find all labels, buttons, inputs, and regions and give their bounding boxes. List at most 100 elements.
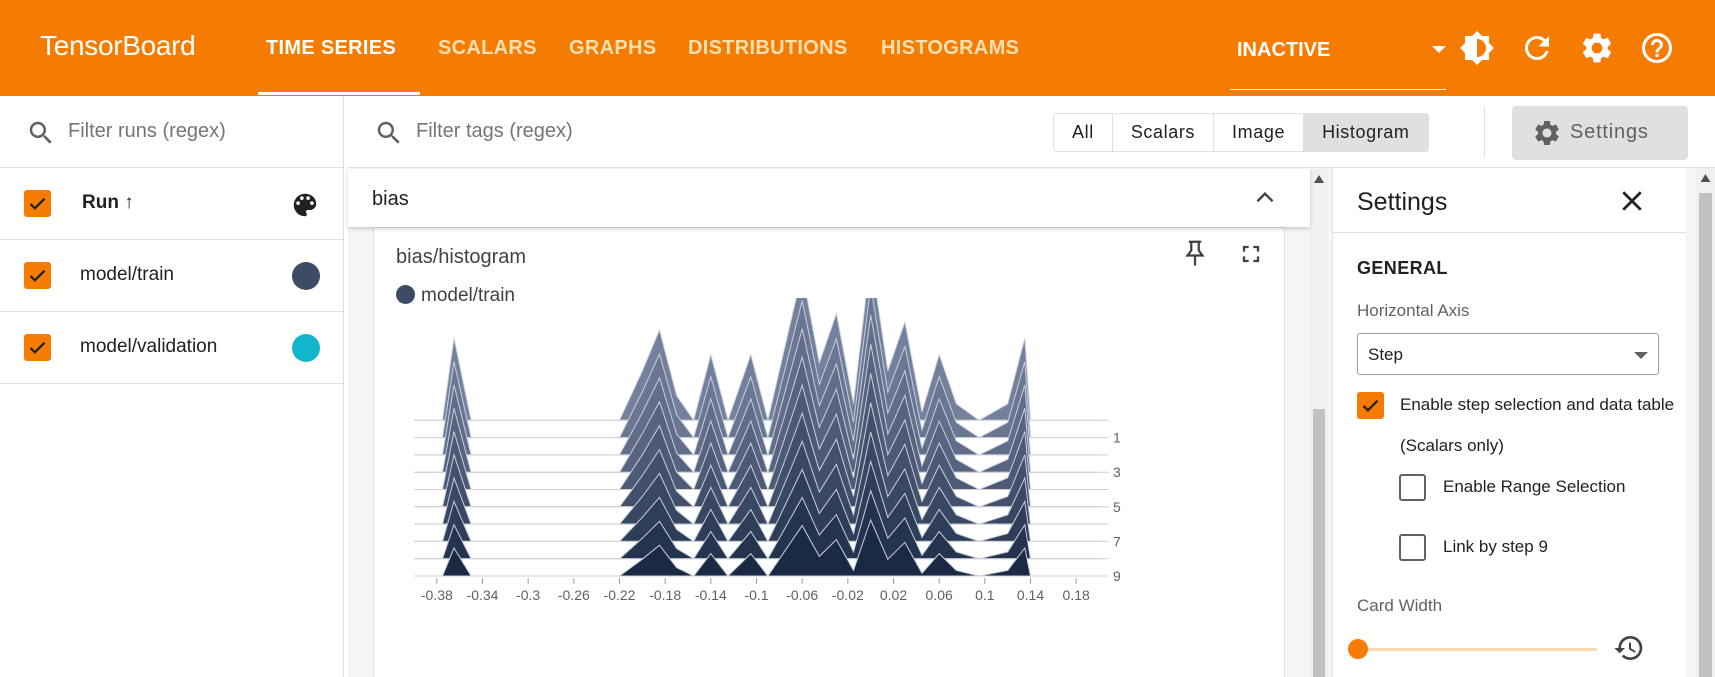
range-selection-checkbox[interactable] xyxy=(1399,474,1426,501)
tab-histograms[interactable]: HISTOGRAMS xyxy=(881,37,1019,60)
y-axis-step-label: 1 xyxy=(1113,430,1121,446)
cards-scrollbar[interactable] xyxy=(1310,169,1328,677)
run-row-validation: model/validation xyxy=(0,312,344,384)
x-axis-tick-label: -0.38 xyxy=(421,587,453,603)
run-color-swatch-train[interactable] xyxy=(292,262,320,290)
run-label-train: model/train xyxy=(80,264,174,285)
theme-toggle-icon[interactable] xyxy=(1459,30,1495,66)
step-selection-label: Enable step selection and data table xyxy=(1400,395,1675,414)
filter-histogram-button[interactable]: Histogram xyxy=(1304,114,1428,151)
tab-distributions[interactable]: DISTRIBUTIONS xyxy=(688,37,847,60)
gear-icon xyxy=(1535,121,1559,145)
check-icon xyxy=(29,341,46,354)
y-axis-step-label: 3 xyxy=(1113,464,1121,480)
x-axis-tick-label: 0.1 xyxy=(975,587,995,603)
tab-scalars[interactable]: SCALARS xyxy=(438,37,537,60)
settings-panel: Settings GENERAL Horizontal Axis Step En… xyxy=(1332,168,1686,677)
card-width-slider-track[interactable] xyxy=(1357,648,1597,651)
settings-button-label: Settings xyxy=(1570,121,1649,143)
close-icon[interactable] xyxy=(1617,186,1647,216)
card-group-header[interactable]: bias xyxy=(348,169,1310,227)
help-icon[interactable] xyxy=(1639,30,1675,66)
top-app-bar: TensorBoard TIME SERIES SCALARS GRAPHS D… xyxy=(0,0,1715,96)
select-all-checkbox[interactable] xyxy=(24,190,51,217)
run-color-swatch-validation[interactable] xyxy=(292,334,320,362)
tags-filter-input[interactable]: Filter tags (regex) xyxy=(416,120,573,143)
run-label-validation: model/validation xyxy=(80,336,218,357)
x-axis-tick-label: -0.26 xyxy=(558,587,590,603)
filter-scalars-button[interactable]: Scalars xyxy=(1113,114,1215,151)
check-icon xyxy=(1362,399,1379,412)
step-selection-checkbox[interactable] xyxy=(1357,392,1384,419)
x-axis-tick-label: 0.06 xyxy=(926,587,953,603)
settings-gear-icon[interactable] xyxy=(1579,30,1615,66)
link-by-step-label: Link by step 9 xyxy=(1443,537,1548,556)
cards-scrollbar-thumb[interactable] xyxy=(1313,409,1325,677)
scroll-up-arrow-icon[interactable] xyxy=(1700,174,1711,182)
x-axis-tick-label: -0.02 xyxy=(832,587,864,603)
toolbar-divider xyxy=(1484,106,1485,158)
type-filter-group: All Scalars Image Histogram xyxy=(1053,113,1429,152)
filter-all-button[interactable]: All xyxy=(1054,114,1113,151)
x-axis-tick-label: -0.14 xyxy=(695,587,727,603)
tab-time-series[interactable]: TIME SERIES xyxy=(266,37,396,60)
run-row-train: model/train xyxy=(0,240,344,312)
settings-button[interactable]: Settings xyxy=(1512,106,1688,160)
card-width-slider-thumb[interactable] xyxy=(1348,639,1368,659)
settings-divider xyxy=(1333,232,1686,233)
runs-table-header: Run ↑ xyxy=(0,168,344,240)
scroll-up-arrow-icon[interactable] xyxy=(1314,175,1324,183)
page-scrollbar[interactable] xyxy=(1696,168,1715,677)
run-checkbox-validation[interactable] xyxy=(24,334,51,361)
x-axis-tick-label: 0.14 xyxy=(1017,587,1044,603)
runs-filter[interactable]: Filter runs (regex) xyxy=(0,96,344,168)
main-toolbar: Filter tags (regex) All Scalars Image Hi… xyxy=(348,96,1715,168)
x-axis-tick-label: -0.22 xyxy=(604,587,636,603)
group-name: bias xyxy=(372,188,409,210)
x-axis-tick-label: -0.18 xyxy=(649,587,681,603)
x-axis-tick-label: 0.18 xyxy=(1063,587,1090,603)
run-column-header[interactable]: Run ↑ xyxy=(82,192,134,214)
x-axis-tick-label: -0.06 xyxy=(786,587,818,603)
reload-icon[interactable] xyxy=(1519,30,1555,66)
x-axis-tick-label: -0.1 xyxy=(744,587,768,603)
card-title: bias/histogram xyxy=(396,246,527,268)
filter-image-button[interactable]: Image xyxy=(1214,114,1305,151)
y-axis-step-label: 5 xyxy=(1113,499,1121,515)
pin-icon[interactable] xyxy=(1180,238,1210,268)
active-tab-indicator xyxy=(258,92,420,95)
runs-filter-placeholder: Filter runs (regex) xyxy=(68,120,226,142)
link-by-step-checkbox[interactable] xyxy=(1399,534,1426,561)
range-selection-label: Enable Range Selection xyxy=(1443,477,1626,496)
run-checkbox-train[interactable] xyxy=(24,262,51,289)
check-icon xyxy=(29,269,46,282)
inactive-plugins-label: INACTIVE xyxy=(1237,39,1331,61)
check-icon xyxy=(29,197,46,210)
card-width-label: Card Width xyxy=(1357,596,1443,615)
select-arrow-icon xyxy=(1634,352,1648,359)
horizontal-axis-label: Horizontal Axis xyxy=(1357,301,1470,320)
runs-panel: Filter runs (regex) Run ↑ model/train mo… xyxy=(0,96,344,677)
app-brand: TensorBoard xyxy=(40,30,196,61)
inactive-plugins-select[interactable]: INACTIVE xyxy=(1230,26,1446,90)
x-axis-tick-label: 0.02 xyxy=(880,587,907,603)
page-scrollbar-thumb[interactable] xyxy=(1699,193,1712,677)
horizontal-axis-select[interactable]: Step xyxy=(1357,333,1659,375)
palette-icon[interactable] xyxy=(290,190,320,220)
chevron-up-icon[interactable] xyxy=(1252,185,1278,211)
dropdown-arrow-icon xyxy=(1432,46,1446,53)
reset-icon[interactable] xyxy=(1613,632,1645,664)
step-selection-note: (Scalars only) xyxy=(1400,436,1504,455)
search-icon xyxy=(29,121,52,144)
x-axis-tick-label: -0.3 xyxy=(516,587,540,603)
horizontal-axis-value: Step xyxy=(1368,345,1403,364)
tab-graphs[interactable]: GRAPHS xyxy=(569,37,656,60)
fullscreen-icon[interactable] xyxy=(1237,240,1265,268)
histogram-card: bias/histogram model/train -0.38 -0.34 -0.… xyxy=(373,227,1285,677)
x-axis-tick-label: -0.34 xyxy=(467,587,499,603)
y-axis-step-label: 9 xyxy=(1113,568,1121,584)
histogram-chart: -0.38 -0.34 -0.3 -0.26 -0.22 -0.18 -0.14 -0.1 -0… xyxy=(414,298,1121,603)
search-icon xyxy=(377,121,400,144)
y-axis-step-label: 7 xyxy=(1113,533,1121,549)
settings-panel-title: Settings xyxy=(1357,188,1448,216)
